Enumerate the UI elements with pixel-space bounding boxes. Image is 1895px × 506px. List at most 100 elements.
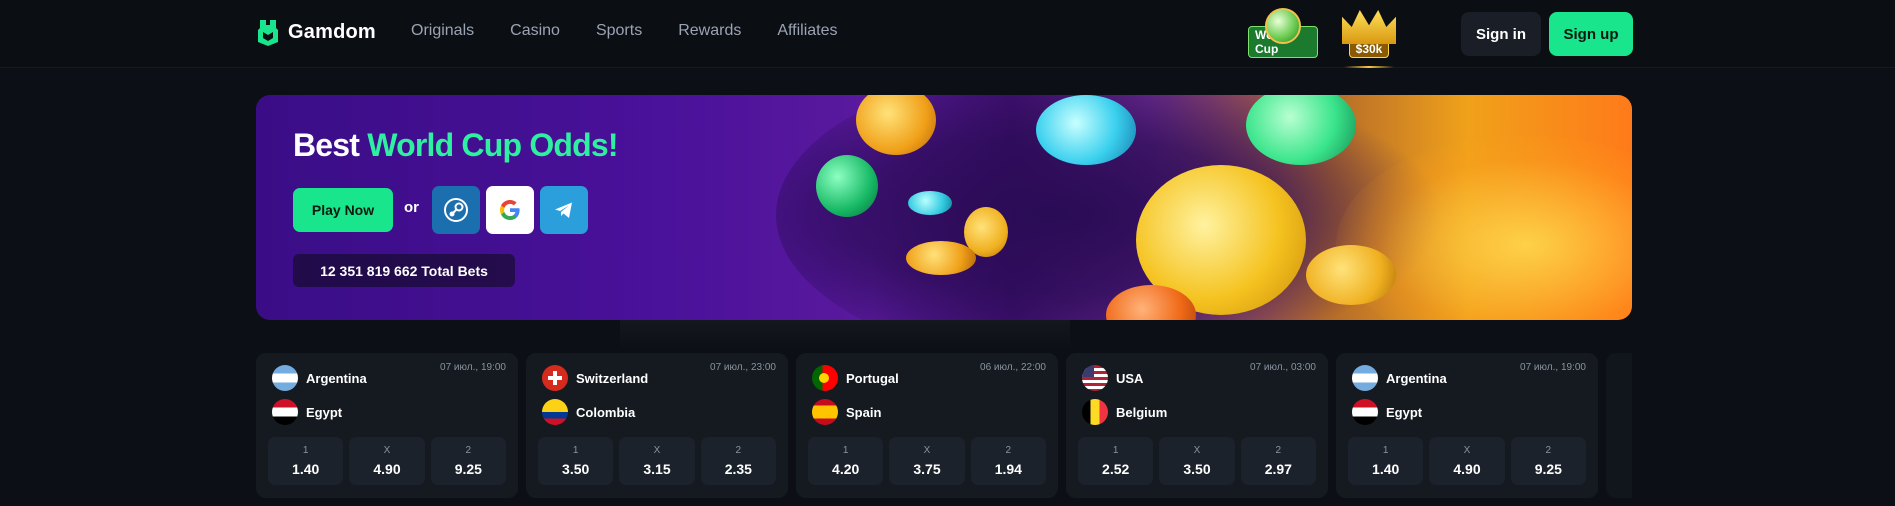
team-away-name: Colombia	[576, 404, 636, 420]
odds-row: 1 1.40 X 4.90 2 9.25	[268, 437, 506, 485]
steam-icon	[444, 198, 468, 222]
odd-away-button[interactable]: 2 2.35	[700, 437, 776, 485]
odd-label: 1	[842, 445, 849, 456]
crown-icon	[1342, 10, 1396, 44]
logo-text: Gamdom	[288, 20, 376, 43]
usa-flag-icon	[1082, 365, 1108, 391]
odd-value: 1.40	[1372, 461, 1400, 477]
odd-label: 2	[1275, 445, 1282, 456]
team-home: USA	[1082, 365, 1143, 391]
coin-icon	[816, 155, 878, 217]
team-away-name: Egypt	[306, 404, 343, 420]
odds-row: 1 1.40 X 4.90 2 9.25	[1348, 437, 1586, 485]
match-date: 07 июл., 23:00	[710, 362, 776, 373]
belgium-flag-icon	[1082, 399, 1108, 425]
sign-in-button[interactable]: Sign in	[1461, 12, 1541, 56]
nav-casino[interactable]: Casino	[510, 22, 560, 40]
total-bets-counter: 12 351 819 662 Total Bets	[293, 254, 515, 287]
switzerland-flag-icon	[542, 365, 568, 391]
egypt-flag-icon	[1352, 399, 1378, 425]
nav-originals[interactable]: Originals	[411, 22, 474, 40]
team-home-name: USA	[1116, 370, 1144, 386]
odd-home-button[interactable]: 1 2.52	[1078, 437, 1154, 485]
portugal-flag-icon	[812, 365, 838, 391]
match-card-partial[interactable]	[1606, 353, 1632, 498]
nav-rewards[interactable]: Rewards	[678, 22, 741, 40]
odd-away-button[interactable]: 2 1.94	[970, 437, 1046, 485]
odds-row: 1 4.20 X 3.75 2 1.94	[808, 437, 1046, 485]
google-login-button[interactable]	[486, 186, 534, 234]
google-icon	[500, 200, 520, 220]
team-away: Belgium	[1082, 399, 1167, 425]
team-away: Egypt	[272, 399, 342, 425]
telegram-login-button[interactable]	[540, 186, 588, 234]
match-date: 07 июл., 19:00	[1520, 362, 1586, 373]
odd-home-button[interactable]: 1 1.40	[268, 437, 344, 485]
odd-value: 4.90	[373, 461, 401, 477]
coin-icon	[1306, 245, 1396, 305]
team-home-name: Switzerland	[576, 370, 649, 386]
steam-login-button[interactable]	[432, 186, 480, 234]
match-card[interactable]: USA Belgium 07 июл., 03:00 1 2.52 X 3.50 2…	[1066, 353, 1328, 498]
odd-value: 3.75	[913, 461, 941, 477]
team-home: Portugal	[812, 365, 899, 391]
odd-draw-button[interactable]: X 4.90	[1429, 437, 1505, 485]
telegram-icon	[555, 202, 572, 218]
odd-value: 1.94	[994, 461, 1022, 477]
team-home: Switzerland	[542, 365, 648, 391]
odd-label: X	[653, 445, 661, 456]
odd-value: 4.20	[832, 461, 860, 477]
odd-value: 3.50	[1183, 461, 1211, 477]
nav-affiliates[interactable]: Affiliates	[777, 22, 837, 40]
odd-home-button[interactable]: 1 4.20	[808, 437, 884, 485]
play-now-button[interactable]: Play Now	[293, 188, 393, 232]
odd-away-button[interactable]: 2 2.97	[1240, 437, 1316, 485]
team-home-name: Argentina	[1386, 370, 1447, 386]
match-card[interactable]: Argentina Egypt 07 июл., 19:00 1 1.40 X 4.…	[256, 353, 518, 498]
odd-label: 1	[1382, 445, 1389, 456]
team-away: Colombia	[542, 399, 635, 425]
odd-label: 1	[572, 445, 579, 456]
odd-home-button[interactable]: 1 1.40	[1348, 437, 1424, 485]
team-away: Spain	[812, 399, 881, 425]
odd-value: 9.25	[454, 461, 482, 477]
logo-icon	[258, 20, 278, 46]
team-away-name: Egypt	[1386, 404, 1423, 420]
world-cup-promo[interactable]: World Cup	[1248, 6, 1318, 62]
odd-draw-button[interactable]: X 4.90	[349, 437, 425, 485]
odd-label: 1	[302, 445, 309, 456]
top-navigation-bar: Gamdom Originals Casino Sports Rewards A…	[0, 0, 1895, 68]
odd-label: 2	[735, 445, 742, 456]
coin-icon	[1036, 95, 1136, 165]
sign-up-button[interactable]: Sign up	[1549, 12, 1633, 56]
odd-value: 4.90	[1453, 461, 1481, 477]
odd-label: X	[383, 445, 391, 456]
odd-value: 1.40	[292, 461, 320, 477]
odd-draw-button[interactable]: X 3.75	[889, 437, 965, 485]
prize-promo[interactable]: $30k	[1334, 6, 1404, 68]
hero-banner: Best World Cup Odds! Play Now or 12 351 …	[256, 95, 1632, 320]
odd-draw-button[interactable]: X 3.50	[1159, 437, 1235, 485]
match-date: 06 июл., 22:00	[980, 362, 1046, 373]
gamdom-logo[interactable]: Gamdom	[256, 18, 376, 46]
soccer-ball-icon	[1265, 8, 1301, 44]
odd-away-button[interactable]: 2 9.25	[430, 437, 506, 485]
coin-icon	[908, 191, 952, 215]
match-date: 07 июл., 03:00	[1250, 362, 1316, 373]
match-date: 07 июл., 19:00	[440, 362, 506, 373]
odd-label: 2	[1005, 445, 1012, 456]
colombia-flag-icon	[542, 399, 568, 425]
team-away-name: Spain	[846, 404, 882, 420]
match-card[interactable]: Switzerland Colombia 07 июл., 23:00 1 3.5…	[526, 353, 788, 498]
odd-label: X	[923, 445, 931, 456]
odd-draw-button[interactable]: X 3.15	[619, 437, 695, 485]
odd-away-button[interactable]: 2 9.25	[1510, 437, 1586, 485]
match-card[interactable]: Argentina Egypt 07 июл., 19:00 1 1.40 X 4.…	[1336, 353, 1598, 498]
main-nav: Originals Casino Sports Rewards Affiliat…	[411, 22, 838, 40]
nav-sports[interactable]: Sports	[596, 22, 642, 40]
odd-value: 9.25	[1534, 461, 1562, 477]
odd-home-button[interactable]: 1 3.50	[538, 437, 614, 485]
match-card[interactable]: Portugal Spain 06 июл., 22:00 1 4.20 X 3.7…	[796, 353, 1058, 498]
hero-title-plain: Best	[293, 127, 360, 163]
hero-title-accent: World Cup Odds!	[367, 127, 618, 163]
